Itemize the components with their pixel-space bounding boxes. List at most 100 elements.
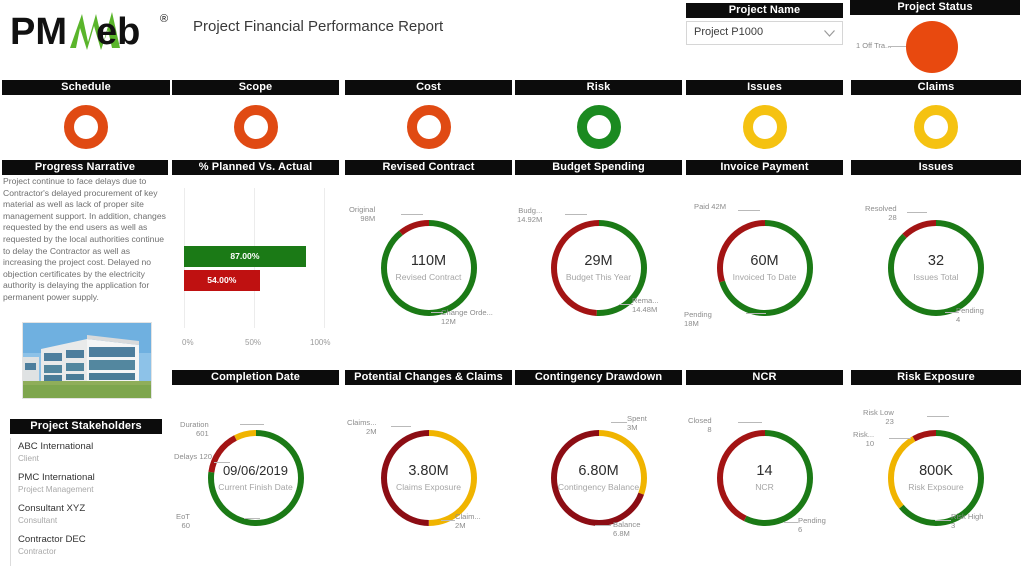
kpi-header-scope: Scope bbox=[172, 80, 339, 95]
donut-slice-label: Risk Low 23 bbox=[863, 408, 894, 427]
donut-center-label: Revised Contract bbox=[395, 272, 462, 282]
svg-text:eb: eb bbox=[96, 11, 140, 53]
donut-leader-line bbox=[431, 312, 443, 313]
panel-header-ncr: NCR bbox=[686, 370, 843, 385]
progress-narrative-header: Progress Narrative bbox=[2, 160, 168, 175]
donut-leader-line bbox=[565, 214, 587, 215]
donut-center-label: Claims Exposure bbox=[396, 482, 461, 492]
donut-center-value: 32 bbox=[927, 253, 945, 269]
svg-text:PM: PM bbox=[10, 11, 67, 53]
planned-vs-actual-chart[interactable]: 87.00% 54.00% 0% 50% 100% bbox=[176, 178, 342, 360]
panel-header-budget-spending: Budget Spending bbox=[515, 160, 682, 175]
project-status-indicator bbox=[906, 21, 958, 73]
panel-header-potential-changes-claims: Potential Changes & Claims bbox=[345, 370, 512, 385]
donut-center-value: 14 bbox=[756, 463, 773, 479]
kpi-ring-issues[interactable] bbox=[742, 105, 787, 149]
stakeholder-role: Consultant bbox=[18, 516, 58, 525]
donut-leader-line bbox=[945, 312, 959, 313]
stakeholder-item[interactable]: Consultant XYZ Consultant bbox=[18, 503, 85, 526]
kpi-header-risk: Risk bbox=[515, 80, 682, 95]
donut-leader-line bbox=[240, 424, 264, 425]
page-title: Project Financial Performance Report bbox=[193, 18, 444, 35]
x-axis-tick: 0% bbox=[182, 338, 194, 347]
donut-leader-line bbox=[784, 522, 798, 523]
donut-leader-line bbox=[889, 438, 911, 439]
svg-text:®: ® bbox=[160, 13, 168, 25]
bar-value-label: 87.00% bbox=[230, 251, 260, 261]
donut-slice-label: Pending 18M bbox=[684, 310, 712, 329]
gridline bbox=[324, 188, 325, 328]
donut-leader-line bbox=[214, 462, 230, 463]
kpi-ring-claims[interactable] bbox=[914, 105, 958, 149]
donut-center-label: NCR bbox=[755, 482, 774, 492]
donut-leader-line bbox=[611, 422, 627, 423]
donut-center-label: Invoiced To Date bbox=[732, 272, 797, 282]
x-axis-tick: 50% bbox=[245, 338, 262, 347]
donut-center-label: Budget This Year bbox=[565, 272, 632, 282]
donut-leader-line bbox=[935, 520, 951, 521]
stakeholder-role: Client bbox=[18, 454, 39, 463]
stakeholder-role: Contractor bbox=[18, 547, 57, 556]
kpi-ring-scope[interactable] bbox=[233, 105, 278, 149]
chevron-down-icon[interactable] bbox=[824, 30, 835, 37]
donut-slice-label: Duration 601 bbox=[180, 420, 209, 439]
stakeholders-rule bbox=[10, 438, 11, 566]
panel-header-contingency-drawdown: Contingency Drawdown bbox=[515, 370, 682, 385]
donut-completion-date[interactable] bbox=[207, 430, 304, 526]
panel-header-completion-date: Completion Date bbox=[172, 370, 339, 385]
donut-center-label: Current Finish Date bbox=[218, 482, 293, 492]
donut-center-value: 09/06/2019 bbox=[222, 463, 289, 478]
kpi-ring-cost[interactable] bbox=[406, 105, 451, 149]
donut-slice-label: Spent 3M bbox=[627, 414, 647, 433]
donut-center-value: 110M bbox=[410, 253, 447, 269]
project-name-value: Project P1000 bbox=[694, 26, 764, 38]
donut-center-value: 6.80M bbox=[578, 463, 619, 479]
progress-narrative-text: Project continue to face delays due to C… bbox=[3, 176, 166, 302]
stakeholder-item[interactable]: ABC International Client bbox=[18, 441, 93, 464]
donut-slice-label: Pending 4 bbox=[956, 306, 984, 325]
donut-leader-line bbox=[441, 520, 455, 521]
donut-leader-line bbox=[738, 422, 762, 423]
donut-slice-label: Change Orde... 12M bbox=[441, 308, 493, 327]
donut-slice-label: Budg... 14.92M bbox=[517, 206, 543, 225]
stakeholder-name: ABC International bbox=[18, 441, 94, 452]
donut-slice-label: Claim... 2M bbox=[455, 512, 481, 531]
donut-slice-label: Pending 6 bbox=[798, 516, 826, 535]
stakeholder-name: PMC International bbox=[18, 472, 95, 483]
stakeholder-item[interactable]: Contractor DEC Contractor bbox=[18, 534, 86, 557]
stakeholder-name: Consultant XYZ bbox=[18, 503, 86, 514]
panel-header-invoice-payment: Invoice Payment bbox=[686, 160, 843, 175]
dashboard-canvas: PM eb ® Project Financial Performance Re… bbox=[0, 0, 1024, 570]
project-name-header: Project Name bbox=[686, 3, 843, 18]
donut-leader-line bbox=[401, 214, 423, 215]
donut-center-value: 29M bbox=[584, 253, 613, 269]
kpi-header-claims: Claims bbox=[851, 80, 1021, 95]
kpi-header-schedule: Schedule bbox=[2, 80, 170, 95]
donut-slice-label: Delays 120 bbox=[174, 452, 212, 461]
donut-slice-label: Claims... 2M bbox=[347, 418, 377, 437]
donut-slice-label: Original 98M bbox=[349, 205, 376, 224]
pmweb-logo: PM eb ® bbox=[8, 4, 188, 60]
donut-slice-label: Paid 42M bbox=[694, 202, 727, 211]
bar-value-label: 54.00% bbox=[207, 275, 237, 285]
donut-slice-label: Closed 8 bbox=[688, 416, 712, 435]
donut-leader-line bbox=[619, 304, 633, 305]
project-name-select[interactable]: Project P1000 bbox=[686, 21, 843, 45]
panel-header-revised-contract: Revised Contract bbox=[345, 160, 512, 175]
kpi-header-issues: Issues bbox=[686, 80, 843, 95]
kpi-ring-schedule[interactable] bbox=[64, 105, 108, 149]
donut-slice-label: EoT 60 bbox=[176, 512, 190, 531]
kpi-ring-risk[interactable] bbox=[576, 105, 621, 149]
donut-leader-line bbox=[738, 210, 760, 211]
donut-slice-label: Rema... 14.48M bbox=[632, 296, 659, 315]
donut-slice-label: Risk... 10 bbox=[853, 430, 875, 449]
donut-leader-line bbox=[927, 416, 949, 417]
stakeholder-name: Contractor DEC bbox=[18, 534, 86, 545]
donut-center-value: 800K bbox=[919, 463, 953, 479]
donut-center-value: 60M bbox=[750, 253, 779, 269]
donut-center-value: 3.80M bbox=[408, 463, 449, 479]
status-label: 1 Off Tra... bbox=[856, 41, 892, 50]
panel-header-planned-vs-actual: % Planned Vs. Actual bbox=[172, 160, 339, 175]
donut-slice-label: Balance 6.8M bbox=[613, 520, 641, 539]
stakeholder-item[interactable]: PMC International Project Management bbox=[18, 472, 95, 495]
